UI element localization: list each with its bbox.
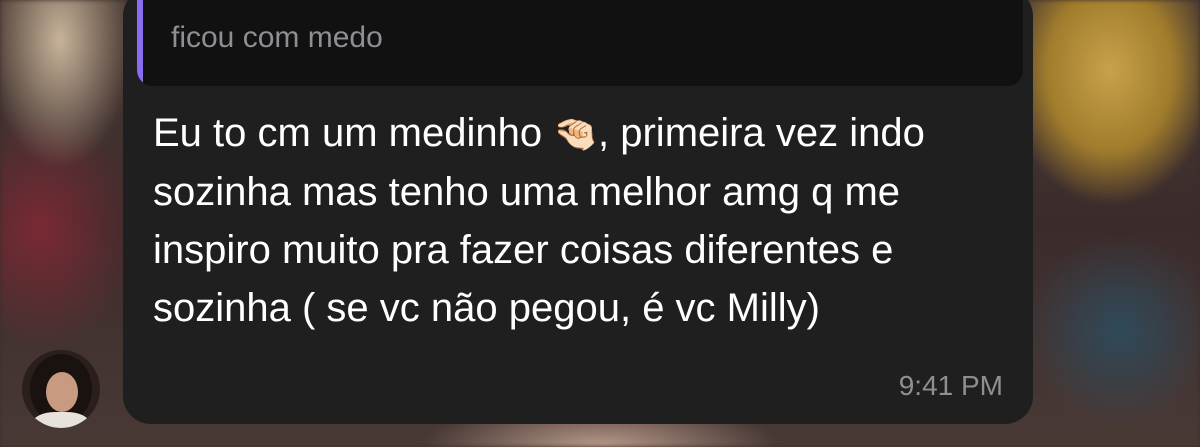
message-body: Eu to cm um medinho 🤏🏻, primeira vez ind… [153, 104, 1013, 337]
reply-quote[interactable]: ficou com medo [137, 0, 1023, 86]
sender-avatar[interactable] [22, 350, 100, 428]
avatar-shirt-shape [32, 412, 90, 428]
message-timestamp: 9:41 PM [898, 370, 1003, 401]
message-bubble[interactable]: ficou com medo Eu to cm um medinho 🤏🏻, p… [123, 0, 1033, 424]
pinching-hand-icon: 🤏🏻 [553, 113, 599, 154]
reply-quote-text: ficou com medo [171, 21, 383, 54]
reply-accent-bar [137, 0, 143, 86]
avatar-face-shape [46, 372, 78, 412]
message-text-part-1: Eu to cm um medinho [153, 111, 554, 155]
